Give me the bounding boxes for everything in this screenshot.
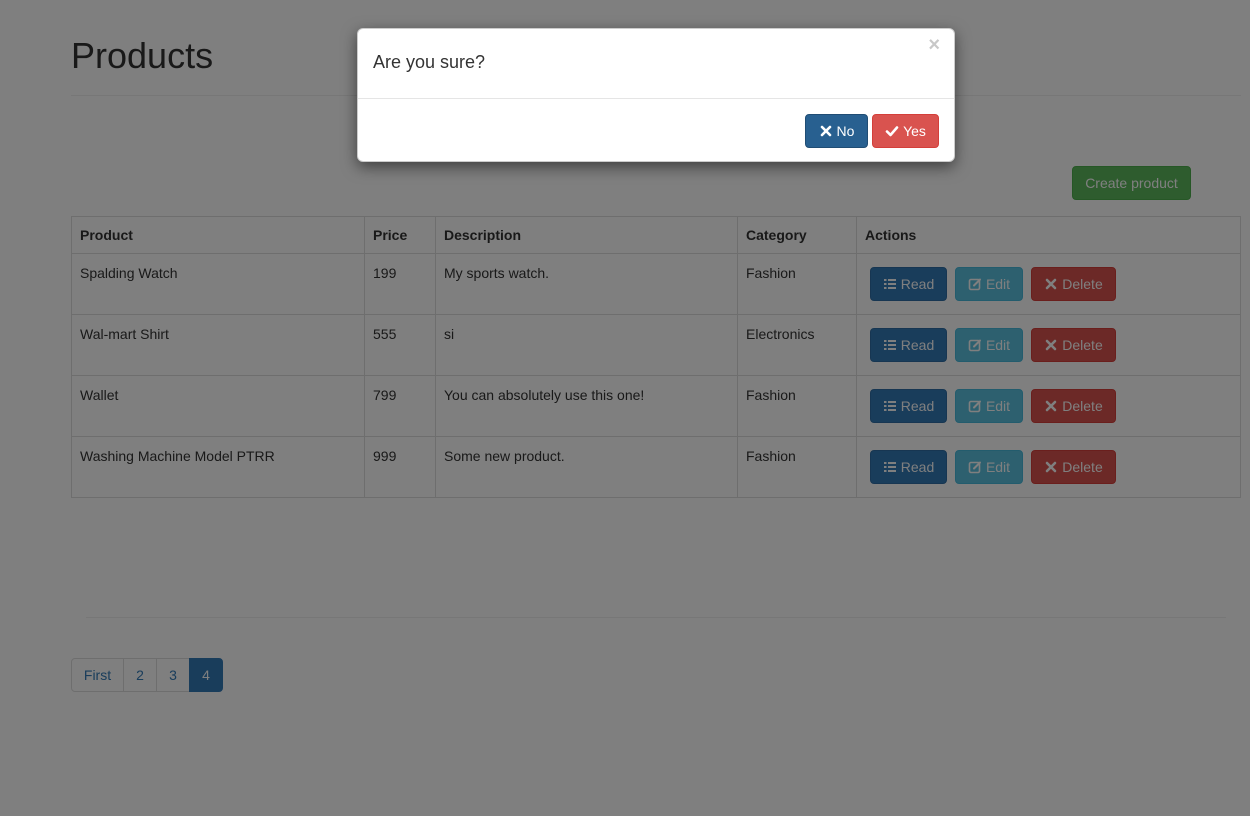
close-icon[interactable]: × <box>928 35 940 55</box>
yes-button-label: Yes <box>903 123 926 139</box>
dialog-header: Are you sure? × <box>358 29 954 99</box>
no-button-label: No <box>836 123 855 139</box>
products-page: Products Create product Product Price De… <box>0 0 1250 816</box>
remove-icon <box>819 124 833 138</box>
confirm-dialog: Are you sure? × No Yes <box>357 28 955 162</box>
dialog-footer: No Yes <box>805 114 939 148</box>
check-icon <box>885 124 899 138</box>
yes-button[interactable]: Yes <box>872 114 939 148</box>
no-button[interactable]: No <box>805 114 868 148</box>
dialog-title: Are you sure? <box>373 52 486 72</box>
